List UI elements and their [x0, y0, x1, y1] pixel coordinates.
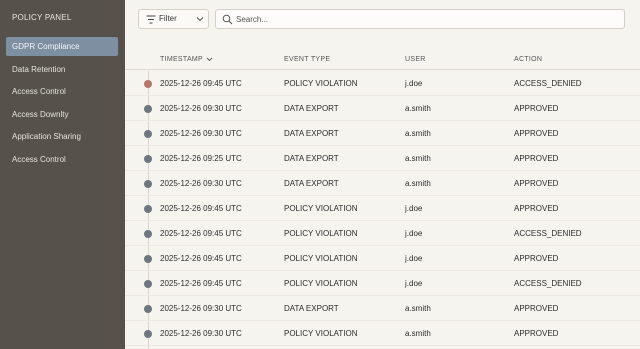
user-cell: a.smith [405, 304, 431, 313]
user-cell: a.smith [405, 104, 431, 113]
timestamp-cell: 2025-12-26 09:45 UTC [160, 279, 242, 288]
timeline-dot [144, 305, 152, 313]
timestamp-cell: 2025-12-26 09:30 UTC [160, 304, 242, 313]
filter-icon [146, 15, 156, 24]
sidebar-item-access-downlty[interactable]: Access Downlty [6, 105, 118, 124]
user-cell: j.doe [405, 254, 423, 263]
user-cell: a.smith [405, 329, 431, 338]
table-row[interactable]: 2025-12-26 09:25 UTC DATA EXPORT a.smith AP… [125, 146, 640, 171]
event-type-cell: POLICY VIOLATION [284, 204, 358, 213]
column-header-user[interactable]: USER [405, 56, 426, 63]
timestamp-cell: 2025-12-26 09:45 UTC [160, 204, 242, 213]
action-cell: APPROVED [514, 129, 559, 138]
event-type-cell: POLICY VIOLATION [284, 79, 358, 88]
search-input[interactable] [236, 12, 616, 26]
timestamp-cell: 2025-12-26 09:45 UTC [160, 229, 242, 238]
sort-chevron-icon [206, 57, 213, 61]
timeline-dot [144, 205, 152, 213]
table-row[interactable]: 2025-12-26 09:30 UTC DATA EXPORT a.smith AP… [125, 121, 640, 146]
table-row[interactable]: 2025-12-26 09:30 UTC POLICY VIOLATION a.sm… [125, 321, 640, 346]
event-type-cell: POLICY VIOLATION [284, 329, 358, 338]
table-header: TIMESTAMP EVENT TYPE USER ACTION [125, 50, 640, 70]
sidebar-item-data-retention[interactable]: Data Retention [6, 60, 118, 79]
event-type-cell: DATA EXPORT [284, 304, 339, 313]
event-type-cell: POLICY VIOLATION [284, 229, 358, 238]
search-icon [222, 14, 233, 25]
column-header-event-type[interactable]: EVENT TYPE [284, 56, 330, 63]
user-cell: j.doe [405, 229, 423, 238]
table-row[interactable]: 2025-12-26 09:45 UTC POLICY VIOLATION j.do… [125, 196, 640, 221]
sidebar-item-application-sharing[interactable]: Application Sharing [6, 127, 118, 146]
timeline-dot [144, 280, 152, 288]
sidebar-item-access-control-2[interactable]: Access Control [6, 150, 118, 169]
sidebar-item-gdpr-compliance[interactable]: GDPR Compliance [6, 37, 118, 56]
timestamp-cell: 2025-12-26 09:30 UTC [160, 129, 242, 138]
timestamp-cell: 2025-12-26 09:25 UTC [160, 154, 242, 163]
chevron-down-icon [196, 17, 204, 22]
column-header-timestamp-label: TIMESTAMP [160, 56, 204, 63]
column-header-timestamp[interactable]: TIMESTAMP [160, 56, 213, 63]
sidebar-title: POLICY PANEL [12, 13, 72, 22]
table-row[interactable]: 2025-12-26 09:45 UTC POLICY VIOLATION j.do… [125, 271, 640, 296]
table-row[interactable]: 2025-12-26 09:30 UTC DATA EXPORT a.smith AP… [125, 296, 640, 321]
filter-button[interactable]: Filter [138, 9, 209, 29]
action-cell: APPROVED [514, 329, 559, 338]
action-cell: APPROVED [514, 204, 559, 213]
event-type-cell: DATA EXPORT [284, 154, 339, 163]
timeline-dot [144, 180, 152, 188]
main-panel: Filter TIMESTAMP EVENT TYPE USER ACTION … [125, 0, 640, 349]
action-cell: ACCESS_DENIED [514, 229, 582, 238]
user-cell: a.smith [405, 129, 431, 138]
action-cell: APPROVED [514, 154, 559, 163]
user-cell: j.doe [405, 79, 423, 88]
timeline-dot [144, 105, 152, 113]
user-cell: a.smith [405, 154, 431, 163]
timestamp-cell: 2025-12-26 09:45 UTC [160, 79, 242, 88]
table-row[interactable]: 2025-12-26 09:45 UTC POLICY VIOLATION j.do… [125, 221, 640, 246]
event-type-cell: POLICY VIOLATION [284, 254, 358, 263]
timeline-dot [144, 255, 152, 263]
search-box[interactable] [215, 9, 625, 29]
timeline-dot [144, 230, 152, 238]
timeline-dot [144, 80, 152, 88]
table-row[interactable]: 2025-12-26 09:45 UTC POLICY VIOLATION j.do… [125, 246, 640, 271]
action-cell: APPROVED [514, 179, 559, 188]
timeline-dot [144, 155, 152, 163]
timestamp-cell: 2025-12-26 09:30 UTC [160, 104, 242, 113]
action-cell: ACCESS_DENIED [514, 79, 582, 88]
timeline-dot [144, 330, 152, 338]
timestamp-cell: 2025-12-26 09:30 UTC [160, 179, 242, 188]
action-cell: ACCESS_DENIED [514, 279, 582, 288]
timeline-dot [144, 130, 152, 138]
column-header-action[interactable]: ACTION [514, 56, 542, 63]
user-cell: j.doe [405, 204, 423, 213]
user-cell: a.smith [405, 179, 431, 188]
sidebar: POLICY PANEL GDPR Compliance Data Retent… [0, 0, 125, 349]
user-cell: j.doe [405, 279, 423, 288]
action-cell: APPROVED [514, 104, 559, 113]
action-cell: APPROVED [514, 254, 559, 263]
filter-label: Filter [159, 14, 177, 23]
action-cell: APPROVED [514, 304, 559, 313]
table-row[interactable]: 2025-12-26 09:30 UTC DATA EXPORT a.smith AP… [125, 171, 640, 196]
table-row[interactable]: 2025-12-26 09:30 UTC DATA EXPORT a.smith AP… [125, 96, 640, 121]
timestamp-cell: 2025-12-26 09:30 UTC [160, 329, 242, 338]
table-row[interactable]: 2025-12-26 09:45 UTC POLICY VIOLATION j.do… [125, 71, 640, 96]
timestamp-cell: 2025-12-26 09:45 UTC [160, 254, 242, 263]
event-type-cell: POLICY VIOLATION [284, 279, 358, 288]
event-type-cell: DATA EXPORT [284, 104, 339, 113]
sidebar-item-access-control[interactable]: Access Control [6, 82, 118, 101]
event-type-cell: DATA EXPORT [284, 129, 339, 138]
event-type-cell: DATA EXPORT [284, 179, 339, 188]
